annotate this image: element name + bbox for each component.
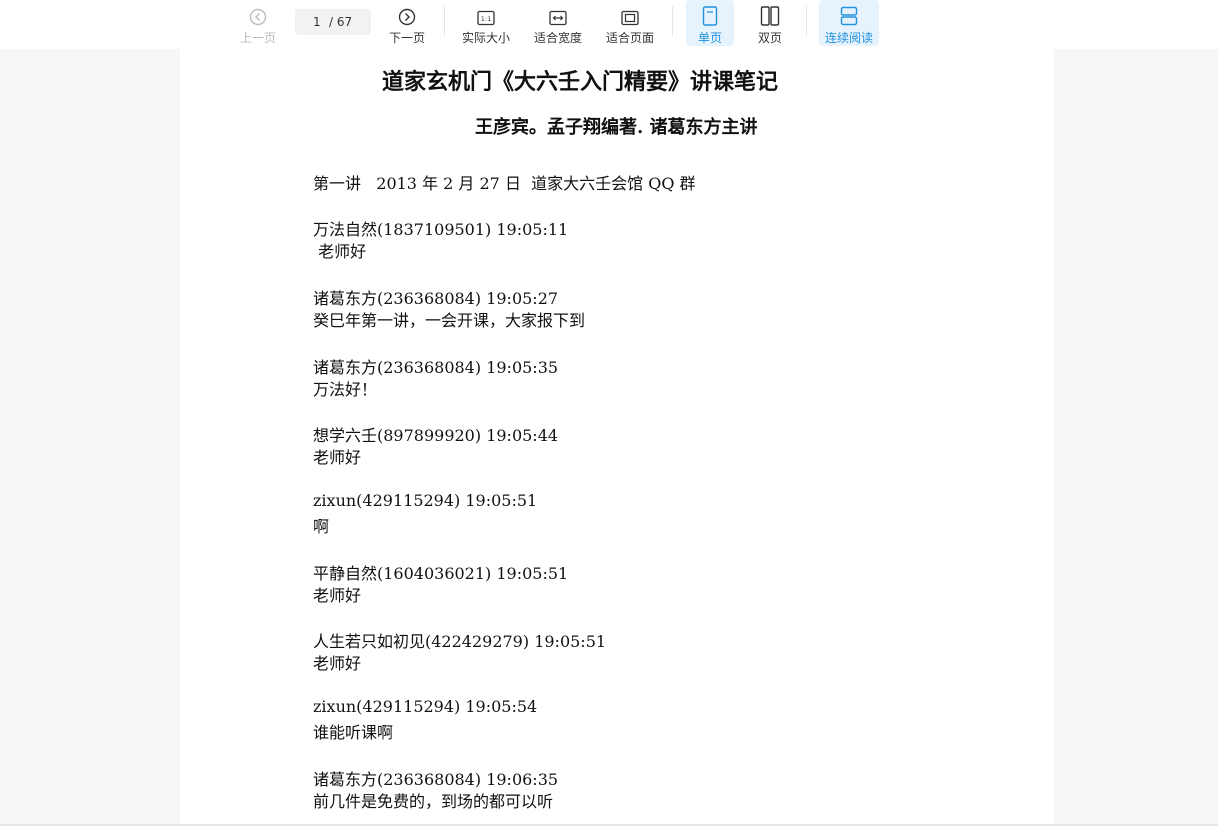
message-sender: 平静自然(1604036021) 19:05:51 <box>313 564 569 583</box>
message-sender: 人生若只如初见(422429279) 19:05:51 <box>313 632 607 651</box>
toolbar-divider <box>806 6 807 36</box>
double-page-label: 双页 <box>757 31 782 45</box>
message-sender: 诸葛东方(236368084) 19:05:27 <box>313 289 559 308</box>
message-sender: 诸葛东方(236368084) 19:05:35 <box>313 358 559 377</box>
viewer-toolbar: 上一页 1 / 67 下一页 1:1 实际大小 适合宽度 适合页面 单页 双页 … <box>0 0 1218 49</box>
message-text: 前几件是免费的，到场的都可以听 <box>313 792 554 811</box>
message-text: 老师好 <box>313 448 362 467</box>
single-page-label: 单页 <box>697 31 722 45</box>
single-page-button[interactable]: 单页 <box>686 0 734 46</box>
message-text: 啊 <box>313 517 330 536</box>
toolbar-divider <box>444 6 445 36</box>
next-page-button[interactable]: 下一页 <box>387 0 427 46</box>
message-sender: 想学六壬(897899920) 19:05:44 <box>313 426 559 445</box>
message-sender: 诸葛东方(236368084) 19:06:35 <box>313 770 559 789</box>
page-number-input[interactable]: 1 / 67 <box>295 9 371 35</box>
fit-page-icon <box>621 2 639 26</box>
message-text: 癸巳年第一讲，一会开课，大家报下到 <box>313 311 586 330</box>
toolbar-divider <box>672 6 673 36</box>
svg-text:1:1: 1:1 <box>481 15 491 23</box>
chevron-right-icon <box>398 2 416 26</box>
chevron-left-icon <box>249 2 267 26</box>
current-page: 1 <box>313 15 321 29</box>
continuous-read-icon <box>840 2 858 26</box>
document-page: 道家玄机门《大六壬入门精要》讲课笔记 王彦宾。孟子翔编著. 诸葛东方主讲 第一讲… <box>180 49 1054 826</box>
actual-size-label: 实际大小 <box>461 31 510 45</box>
actual-size-button[interactable]: 1:1 实际大小 <box>460 0 512 46</box>
continuous-read-button[interactable]: 连续阅读 <box>819 0 879 46</box>
document-subtitle: 王彦宾。孟子翔编著. 诸葛东方主讲 <box>475 117 758 138</box>
prev-page-button[interactable]: 上一页 <box>238 0 278 46</box>
message-text: 谁能听课啊 <box>313 723 394 742</box>
fit-page-label: 适合页面 <box>605 31 654 45</box>
fit-width-label: 适合宽度 <box>533 31 582 45</box>
message-text: 万法好！ <box>313 380 378 399</box>
message-text: 老师好 <box>313 654 362 673</box>
lecture-header: 第一讲 2013 年 2 月 27 日 道家大六壬会馆 QQ 群 <box>313 174 696 193</box>
message-sender: 万法自然(1837109501) 19:05:11 <box>313 220 569 239</box>
double-page-button[interactable]: 双页 <box>746 0 794 46</box>
message-text: 老师好 <box>313 586 362 605</box>
message-text: 老师好 <box>313 242 367 261</box>
message-sender: zixun(429115294) 19:05:54 <box>313 697 538 716</box>
total-pages: / 67 <box>329 15 353 29</box>
actual-size-icon: 1:1 <box>477 2 495 26</box>
continuous-read-label: 连续阅读 <box>824 31 873 45</box>
double-page-icon <box>760 2 780 26</box>
message-sender: zixun(429115294) 19:05:51 <box>313 491 538 510</box>
document-title: 道家玄机门《大六壬入门精要》讲课笔记 <box>382 69 779 95</box>
fit-page-button[interactable]: 适合页面 <box>604 0 656 46</box>
fit-width-icon <box>549 2 567 26</box>
single-page-icon <box>702 2 718 26</box>
fit-width-button[interactable]: 适合宽度 <box>532 0 584 46</box>
next-page-label: 下一页 <box>388 31 425 45</box>
prev-page-label: 上一页 <box>239 31 276 45</box>
